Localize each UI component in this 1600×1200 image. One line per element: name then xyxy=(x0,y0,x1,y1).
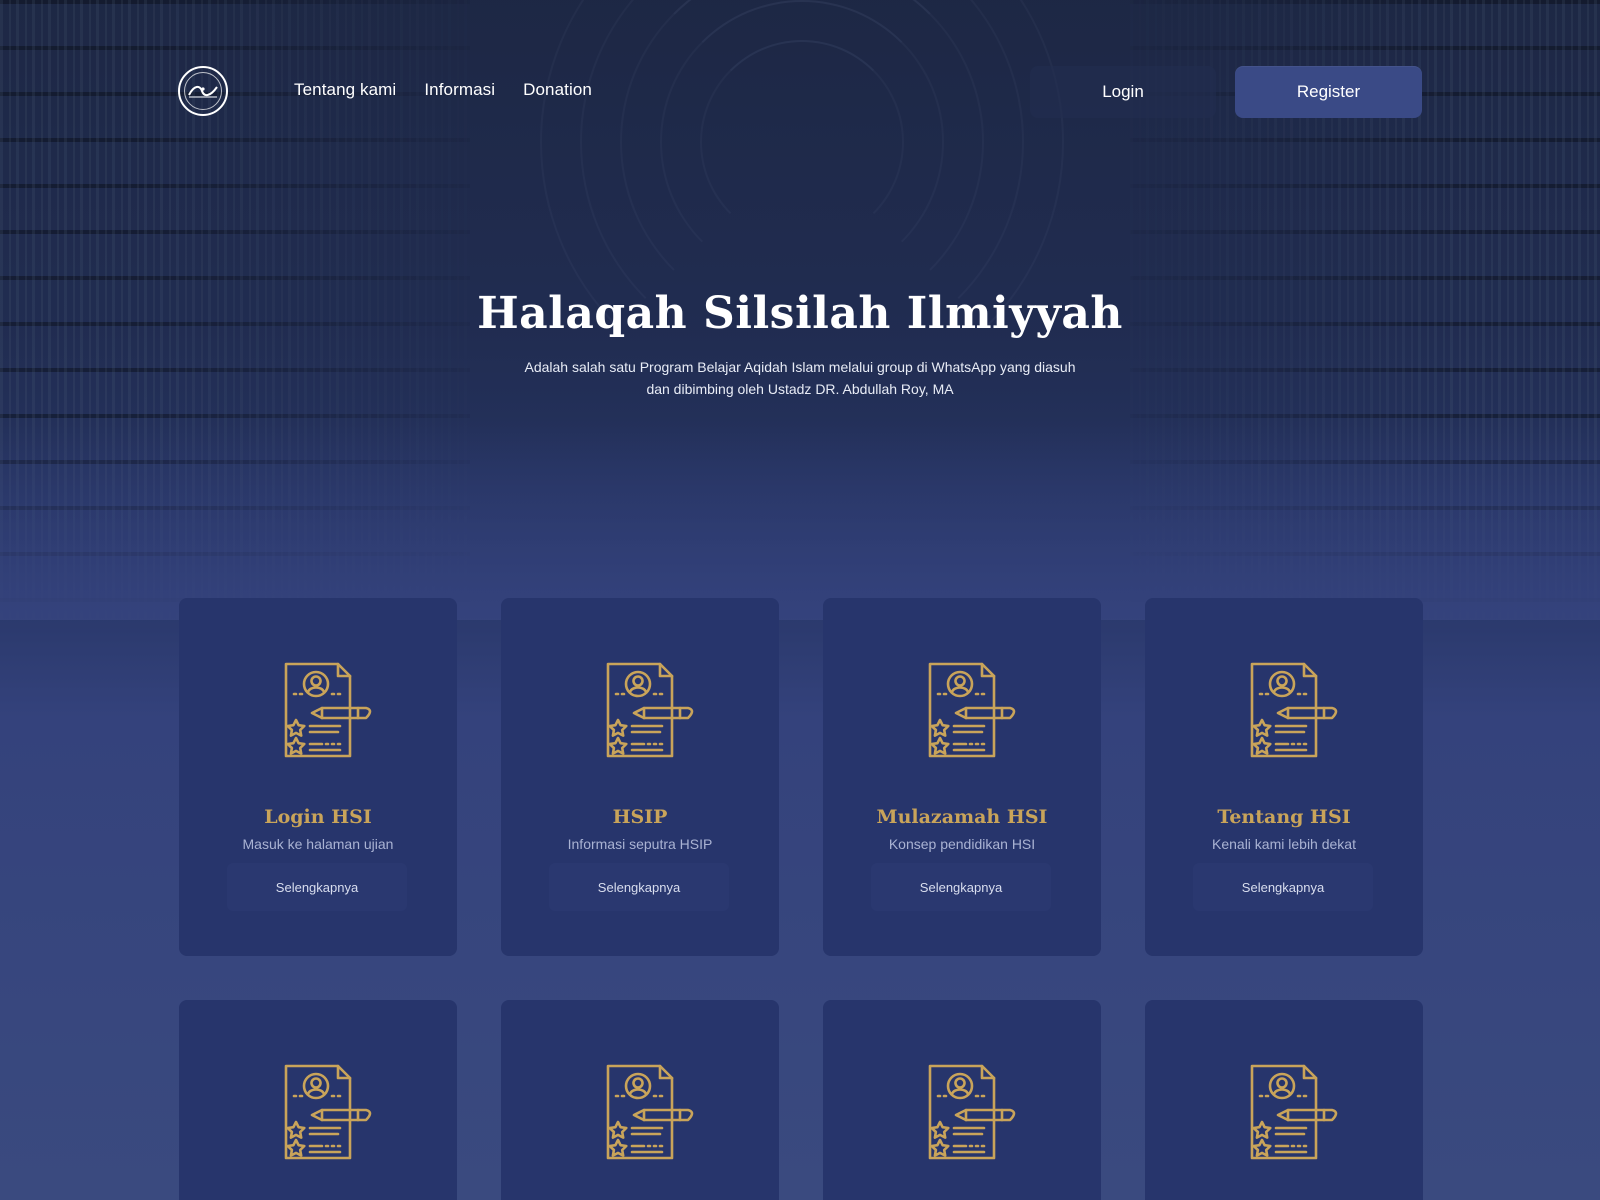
card-title: HSIP xyxy=(612,806,668,828)
selengkapnya-button[interactable]: Selengkapnya xyxy=(871,863,1051,911)
card-subtitle: Informasi seputra HSIP xyxy=(567,836,713,852)
resume-document-icon xyxy=(1244,660,1344,760)
card-tentang-hsi[interactable]: Tentang HSI Kenali kami lebih dekat Sele… xyxy=(1145,598,1423,956)
selengkapnya-button[interactable]: Selengkapnya xyxy=(227,863,407,911)
resume-document-icon xyxy=(922,1062,1022,1162)
card-row2-3[interactable] xyxy=(823,1000,1101,1200)
card-row2-2[interactable] xyxy=(501,1000,779,1200)
selengkapnya-button[interactable]: Selengkapnya xyxy=(549,863,729,911)
card-subtitle: Konsep pendidikan HSI xyxy=(888,836,1036,852)
card-subtitle: Masuk ke halaman ujian xyxy=(242,836,394,852)
card-row2-1[interactable] xyxy=(179,1000,457,1200)
resume-document-icon xyxy=(278,660,378,760)
card-login-hsi[interactable]: Login HSI Masuk ke halaman ujian Selengk… xyxy=(179,598,457,956)
resume-document-icon xyxy=(278,1062,378,1162)
card-row2-4[interactable] xyxy=(1145,1000,1423,1200)
card-mulazamah-hsi[interactable]: Mulazamah HSI Konsep pendidikan HSI Sele… xyxy=(823,598,1101,956)
card-title: Login HSI xyxy=(264,806,372,828)
card-title: Tentang HSI xyxy=(1217,806,1351,828)
selengkapnya-button[interactable]: Selengkapnya xyxy=(1193,863,1373,911)
card-subtitle: Kenali kami lebih dekat xyxy=(1212,836,1356,852)
card-title: Mulazamah HSI xyxy=(876,806,1048,828)
card-hsip[interactable]: HSIP Informasi seputra HSIP Selengkapnya xyxy=(501,598,779,956)
card-grid: Login HSI Masuk ke halaman ujian Selengk… xyxy=(0,0,1600,1200)
resume-document-icon xyxy=(1244,1062,1344,1162)
resume-document-icon xyxy=(922,660,1022,760)
resume-document-icon xyxy=(600,1062,700,1162)
resume-document-icon xyxy=(600,660,700,760)
